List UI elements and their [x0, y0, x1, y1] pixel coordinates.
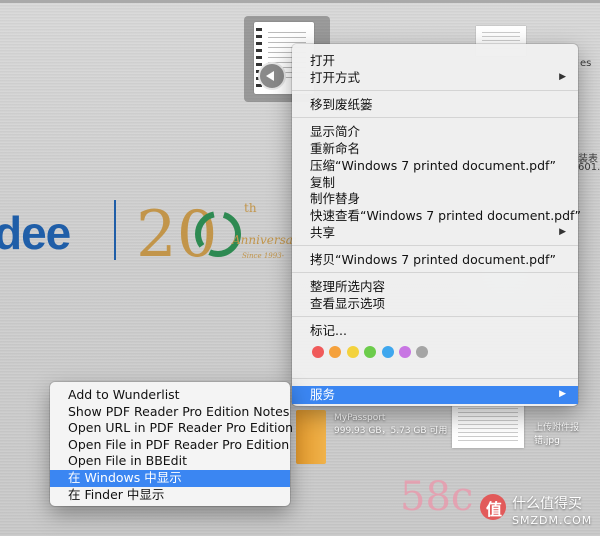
- drive-name: MyPassport: [334, 413, 386, 423]
- menu-item-clean-up-selection[interactable]: 整理所选内容: [310, 278, 570, 295]
- anniversary-number: 20: [136, 198, 217, 272]
- menu-separator: [292, 316, 578, 317]
- anniversary-suffix: th: [244, 201, 257, 215]
- menu-item-get-info[interactable]: 显示简介: [310, 123, 570, 140]
- submenu-arrow-icon: ▶: [559, 227, 566, 237]
- desktop-file-label: 上传附件报错.jpg: [534, 423, 580, 446]
- tag-gray-dot[interactable]: [416, 346, 429, 358]
- menu-item-rename[interactable]: 重新命名: [310, 140, 570, 157]
- drive-label: MyPassport 999.93 GB，5.73 GB 可用: [334, 412, 447, 438]
- menu-item-copy[interactable]: 拷贝“Windows 7 printed document.pdf”: [310, 251, 570, 268]
- menu-separator: [292, 378, 578, 379]
- menu-item-compress[interactable]: 压缩“Windows 7 printed document.pdf”: [310, 157, 570, 174]
- submenu-item-open-file-pdf[interactable]: Open File in PDF Reader Pro Edition: [68, 437, 289, 454]
- desktop-label-partial-3: 601.: [578, 162, 600, 173]
- anniversary-logo: 20 th Anniversary Since 1993-: [136, 198, 296, 272]
- menu-item-make-alias[interactable]: 制作替身: [310, 190, 570, 207]
- alias-arrow-icon: [258, 62, 286, 90]
- menu-item-quick-look[interactable]: 快速查看“Windows 7 printed document.pdf”: [310, 207, 581, 224]
- brand-logo-text: dee: [0, 207, 71, 259]
- anniversary-word: Anniversary: [231, 233, 296, 247]
- tag-color-row: [312, 346, 429, 358]
- menu-item-services[interactable]: 服务 ▶: [310, 386, 570, 403]
- desktop-label-partial: es: [580, 58, 592, 69]
- menu-separator: [292, 117, 578, 118]
- submenu-item-show-in-finder[interactable]: 在 Finder 中显示: [68, 487, 284, 504]
- services-submenu: Add to Wunderlist Show PDF Reader Pro Ed…: [50, 382, 293, 506]
- menu-separator: [292, 245, 578, 246]
- submenu-item-open-url-pdf[interactable]: Open URL in PDF Reader Pro Edition: [68, 420, 293, 437]
- tag-purple-dot[interactable]: [398, 346, 411, 358]
- submenu-item-show-pdf-notes[interactable]: Show PDF Reader Pro Edition Notes: [68, 404, 289, 421]
- tag-red-dot[interactable]: [312, 346, 324, 358]
- submenu-item-show-in-windows[interactable]: 在 Windows 中显示: [68, 470, 284, 487]
- menu-item-show-view-options[interactable]: 查看显示选项: [310, 295, 570, 312]
- menu-item-move-to-trash[interactable]: 移到废纸篓: [310, 96, 570, 113]
- smzdm-watermark-cn: 什么值得买: [512, 496, 582, 512]
- menu-item-open[interactable]: 打开: [310, 52, 570, 69]
- tag-orange-dot[interactable]: [329, 346, 342, 358]
- tag-yellow-dot[interactable]: [346, 346, 359, 358]
- smzdm-watermark-en: SMZDM.COM: [512, 514, 593, 527]
- drive-info: 999.93 GB，5.73 GB 可用: [334, 426, 448, 436]
- watermark-58: 58c: [400, 474, 474, 520]
- brand-divider: [114, 200, 116, 260]
- context-menu: 打开 打开方式 ▶ 移到废纸篓 显示简介 重新命名 压缩“Windows 7 pr…: [292, 44, 581, 406]
- menu-separator: [292, 90, 578, 91]
- submenu-arrow-icon: ▶: [559, 72, 566, 82]
- menu-item-share[interactable]: 共享 ▶: [310, 224, 570, 241]
- menu-item-duplicate[interactable]: 复制: [310, 174, 570, 191]
- menu-item-tags[interactable]: 标记...: [310, 322, 570, 339]
- submenu-item-add-to-wunderlist[interactable]: Add to Wunderlist: [68, 387, 284, 404]
- menu-separator: [292, 272, 578, 273]
- top-edge: [0, 0, 600, 3]
- external-drive-icon[interactable]: [296, 410, 326, 464]
- submenu-item-open-bbedit[interactable]: Open File in BBEdit: [68, 453, 284, 470]
- tag-green-dot[interactable]: [364, 346, 377, 358]
- anniversary-since: Since 1993-: [242, 252, 285, 260]
- tag-blue-dot[interactable]: [381, 346, 394, 358]
- smzdm-logo-char: 值: [486, 500, 503, 519]
- menu-item-open-with[interactable]: 打开方式 ▶: [310, 69, 570, 86]
- submenu-arrow-icon: ▶: [559, 389, 566, 399]
